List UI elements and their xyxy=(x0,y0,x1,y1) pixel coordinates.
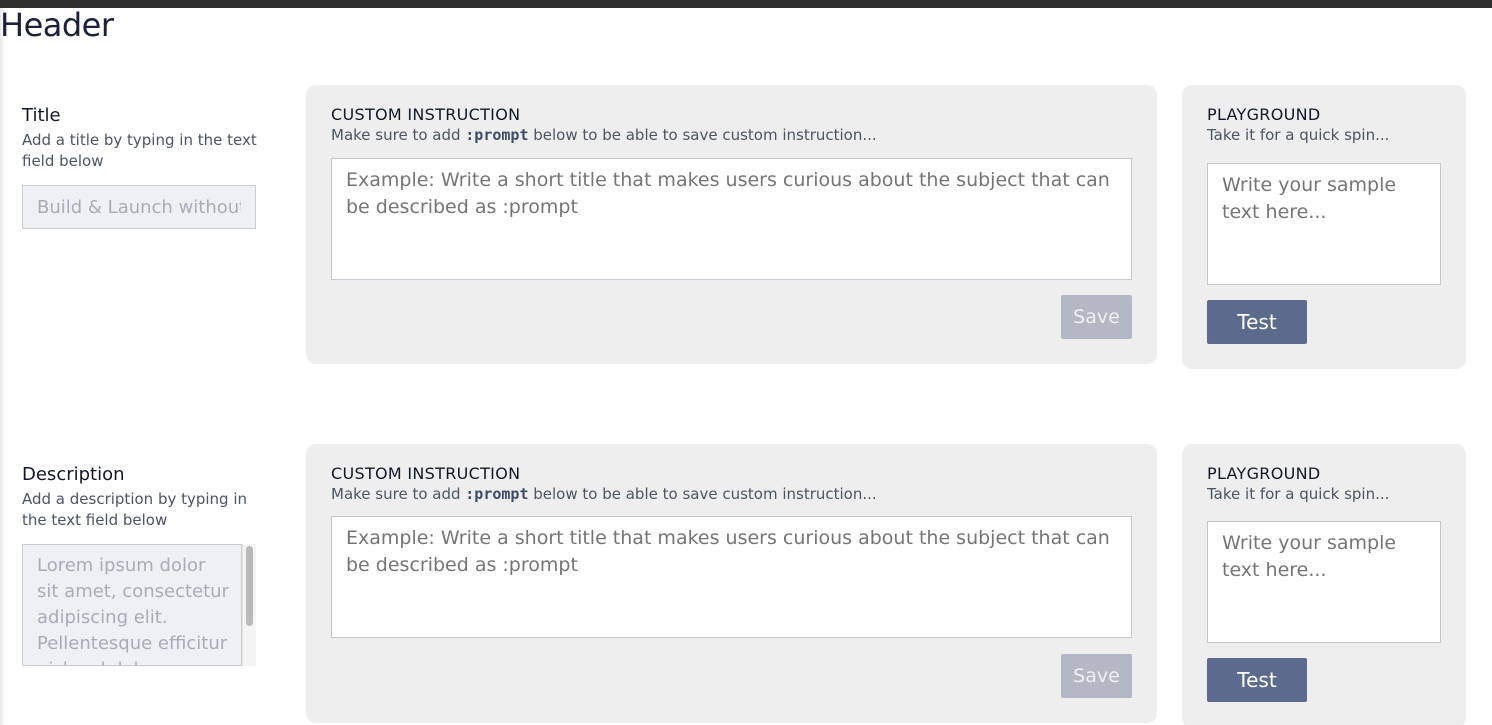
field-help-text: Add a title by typing in the text field … xyxy=(22,131,257,170)
title-input[interactable] xyxy=(22,185,256,229)
playground-card: PLAYGROUND Take it for a quick spin... T… xyxy=(1182,85,1466,369)
playground-hint: Take it for a quick spin... xyxy=(1207,126,1390,144)
scrollbar-thumb[interactable] xyxy=(246,546,253,626)
title-field-meta: Title Add a title by typing in the text … xyxy=(22,105,262,172)
prompt-token: :prompt xyxy=(465,126,529,144)
playground-sample-input[interactable] xyxy=(1207,521,1441,643)
hint-suffix: below to be able to save custom instruct… xyxy=(528,126,877,144)
custom-instruction-input[interactable] xyxy=(331,516,1132,638)
description-section: Description Add a description by typing … xyxy=(0,444,1492,725)
description-field-meta: Description Add a description by typing … xyxy=(22,464,262,531)
save-button[interactable]: Save xyxy=(1061,654,1132,698)
custom-instruction-card: CUSTOM INSTRUCTION Make sure to add :pro… xyxy=(306,444,1157,723)
test-button[interactable]: Test xyxy=(1207,300,1307,344)
description-input[interactable]: Lorem ipsum dolor sit amet, consectetur … xyxy=(22,544,242,666)
custom-instruction-heading: CUSTOM INSTRUCTION xyxy=(331,464,521,483)
hint-suffix: below to be able to save custom instruct… xyxy=(528,485,877,503)
description-scrollbar[interactable] xyxy=(242,544,256,666)
field-label: Description xyxy=(22,464,125,485)
custom-instruction-heading: CUSTOM INSTRUCTION xyxy=(331,105,521,124)
playground-heading: PLAYGROUND xyxy=(1207,464,1321,483)
custom-instruction-hint: Make sure to add :prompt below to be abl… xyxy=(331,126,877,144)
custom-instruction-input[interactable] xyxy=(331,158,1132,280)
hint-prefix: Make sure to add xyxy=(331,485,466,503)
custom-instruction-hint: Make sure to add :prompt below to be abl… xyxy=(331,485,877,503)
playground-heading: PLAYGROUND xyxy=(1207,105,1321,124)
hint-prefix: Make sure to add xyxy=(331,126,466,144)
window-top-bar xyxy=(0,0,1492,8)
prompt-token: :prompt xyxy=(465,485,529,503)
title-section: Title Add a title by typing in the text … xyxy=(0,85,1492,369)
custom-instruction-card: CUSTOM INSTRUCTION Make sure to add :pro… xyxy=(306,85,1157,364)
playground-hint: Take it for a quick spin... xyxy=(1207,485,1390,503)
field-label: Title xyxy=(22,105,61,126)
playground-sample-input[interactable] xyxy=(1207,163,1441,285)
field-help-text: Add a description by typing in the text … xyxy=(22,490,248,529)
playground-card: PLAYGROUND Take it for a quick spin... T… xyxy=(1182,444,1466,725)
page-title: Header xyxy=(0,6,114,44)
save-button[interactable]: Save xyxy=(1061,295,1132,339)
test-button[interactable]: Test xyxy=(1207,658,1307,702)
